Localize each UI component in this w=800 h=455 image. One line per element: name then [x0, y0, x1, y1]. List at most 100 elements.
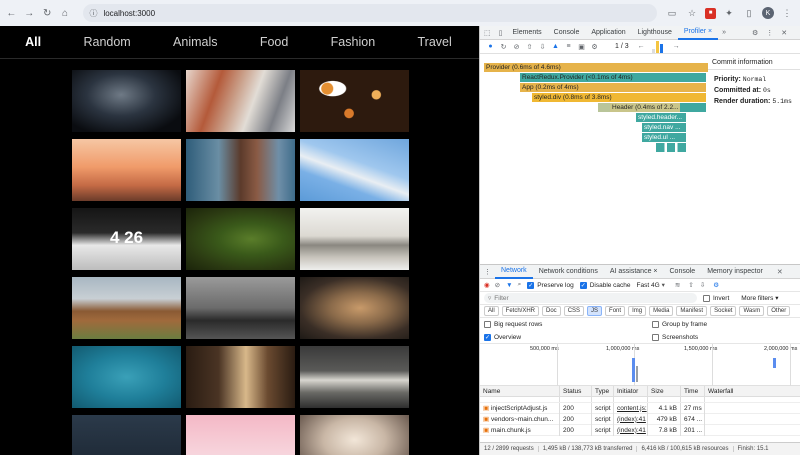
- type-css[interactable]: CSS: [563, 306, 585, 316]
- flame-bar-styled-nav[interactable]: styled.nav ...: [642, 123, 686, 132]
- flame-bar-styled-header[interactable]: styled.header...: [636, 113, 686, 122]
- col-name[interactable]: Name: [480, 385, 560, 397]
- cast-icon[interactable]: ▭: [665, 6, 679, 20]
- forward-icon[interactable]: →: [23, 6, 36, 20]
- tab-memory-inspector[interactable]: Memory inspector: [701, 265, 769, 279]
- big-rows-checkbox[interactable]: [484, 321, 491, 328]
- type-media[interactable]: Media: [649, 306, 674, 316]
- flame-bar-header[interactable]: Header (0.4ms of 2.2...: [610, 103, 680, 112]
- flame-bar-small-2[interactable]: [680, 103, 706, 112]
- drawer-menu-icon[interactable]: ⋮: [480, 268, 495, 276]
- type-socket[interactable]: Socket: [710, 306, 737, 316]
- import-har-icon[interactable]: ⇧: [688, 281, 693, 289]
- table-row[interactable]: ▣ vendors~main.chun... 200 script (index…: [480, 413, 800, 425]
- close-drawer-icon[interactable]: ✕: [773, 268, 787, 276]
- nav-animals[interactable]: Animals: [173, 35, 217, 49]
- prev-commit-icon[interactable]: ←: [635, 43, 648, 50]
- table-row[interactable]: ▣ injectScriptAdjust.js 200 script conte…: [480, 402, 800, 414]
- col-waterfall[interactable]: Waterfall: [705, 386, 799, 397]
- filter-input[interactable]: ▿ Filter: [484, 293, 697, 303]
- back-icon[interactable]: ←: [5, 6, 18, 20]
- clear-network-icon[interactable]: ⊘: [495, 281, 500, 289]
- more-tabs-icon[interactable]: »: [718, 29, 730, 36]
- col-size[interactable]: Size: [648, 385, 681, 397]
- col-initiator[interactable]: Initiator: [614, 385, 648, 397]
- row-initiator[interactable]: content.js:: [614, 402, 648, 414]
- col-time[interactable]: Time: [681, 385, 705, 397]
- tab-ai-assistance[interactable]: AI assistance ×: [604, 265, 664, 279]
- photo-mountain[interactable]: [72, 277, 181, 339]
- type-doc[interactable]: Doc: [542, 306, 561, 316]
- col-type[interactable]: Type: [592, 385, 614, 397]
- photo-red-haired-woman[interactable]: [186, 70, 295, 132]
- tab-application[interactable]: Application: [585, 26, 631, 40]
- type-wasm[interactable]: Wasm: [739, 306, 765, 316]
- photo-laptop-clock[interactable]: 4 26: [72, 208, 181, 270]
- search-icon[interactable]: ⌕: [518, 281, 522, 289]
- timeline-icon[interactable]: ▣: [575, 43, 588, 51]
- record-network-icon[interactable]: ◉: [484, 281, 490, 289]
- flame-bar-styled-ul[interactable]: styled.ul ...: [642, 133, 686, 142]
- photo-tv-room[interactable]: [300, 346, 409, 408]
- flame-bar-app[interactable]: App (0.2ms of 4ms): [520, 83, 706, 92]
- clear-icon[interactable]: ⊘: [510, 43, 523, 51]
- address-bar[interactable]: ⓘ localhost:3000: [83, 4, 657, 22]
- col-status[interactable]: Status: [560, 385, 592, 397]
- flamegraph-icon[interactable]: ▲: [549, 43, 562, 50]
- photo-man-drinking[interactable]: [300, 277, 409, 339]
- record-icon[interactable]: ●: [484, 43, 497, 50]
- more-filters-button[interactable]: More filters ▾: [741, 294, 778, 302]
- sidebar-icon[interactable]: ▯: [742, 6, 756, 20]
- type-js[interactable]: JS: [587, 306, 603, 316]
- overview-checkbox[interactable]: ✓: [484, 333, 491, 341]
- next-commit-icon[interactable]: →: [670, 43, 683, 50]
- photo-balloons-sunset[interactable]: [72, 139, 181, 201]
- inspect-element-icon[interactable]: ⬚: [480, 29, 495, 37]
- commit-bar-chart[interactable]: [651, 40, 664, 53]
- flame-bar-provider[interactable]: Provider (0.6ms of 4.6ms): [484, 63, 708, 72]
- settings-gear-icon[interactable]: ⚙: [748, 29, 762, 37]
- row-initiator[interactable]: (index):41: [614, 413, 648, 425]
- load-profile-icon[interactable]: ⇧: [523, 43, 536, 51]
- photo-woman-tree[interactable]: [186, 139, 295, 201]
- photo-swimmer-pool[interactable]: [72, 346, 181, 408]
- nav-food[interactable]: Food: [260, 35, 289, 49]
- tab-elements[interactable]: Elements: [506, 26, 547, 40]
- photo-motorcycle-closeup[interactable]: [72, 70, 181, 132]
- profile-avatar[interactable]: K: [762, 7, 774, 19]
- screenshots-checkbox[interactable]: [652, 333, 659, 341]
- tab-lighthouse[interactable]: Lighthouse: [632, 26, 678, 40]
- device-toolbar-icon[interactable]: ▯: [495, 29, 507, 37]
- extensions-puzzle-icon[interactable]: ✦: [722, 6, 736, 20]
- photo-window-room[interactable]: [186, 346, 295, 408]
- photo-cupcake[interactable]: [300, 415, 409, 455]
- photo-dark-blue[interactable]: [72, 415, 181, 455]
- photo-pink-cake[interactable]: [186, 415, 295, 455]
- tab-network-conditions[interactable]: Network conditions: [533, 265, 604, 279]
- throttle-select[interactable]: Fast 4G: [637, 282, 660, 289]
- photo-lighthouse[interactable]: [300, 139, 409, 201]
- wifi-icon[interactable]: ≋: [675, 281, 680, 289]
- tab-network[interactable]: Network: [495, 265, 533, 279]
- preserve-log-checkbox[interactable]: ✓: [527, 281, 535, 289]
- filter-funnel-icon[interactable]: ▼: [506, 282, 512, 289]
- close-devtools-icon[interactable]: ✕: [777, 29, 791, 37]
- site-info-icon[interactable]: ⓘ: [89, 8, 97, 19]
- export-har-icon[interactable]: ⇩: [700, 281, 705, 289]
- reload-profile-icon[interactable]: ↻: [497, 43, 510, 51]
- ranked-icon[interactable]: ≡: [562, 43, 575, 50]
- invert-checkbox[interactable]: [703, 294, 710, 302]
- photo-motorbike[interactable]: [186, 277, 295, 339]
- type-manifest[interactable]: Manifest: [676, 306, 708, 316]
- type-font[interactable]: Font: [605, 306, 626, 316]
- tab-drawer-console[interactable]: Console: [664, 265, 702, 279]
- group-frame-checkbox[interactable]: [652, 321, 659, 328]
- photo-kitchen[interactable]: [300, 208, 409, 270]
- menu-kebab-icon[interactable]: ⋮: [780, 6, 794, 20]
- nav-travel[interactable]: Travel: [417, 35, 451, 49]
- reload-icon[interactable]: ↻: [41, 6, 54, 20]
- devtools-menu-icon[interactable]: ⋮: [762, 29, 777, 37]
- nav-fashion[interactable]: Fashion: [331, 35, 375, 49]
- network-settings-icon[interactable]: ⚙: [713, 281, 719, 289]
- nav-random[interactable]: Random: [83, 35, 130, 49]
